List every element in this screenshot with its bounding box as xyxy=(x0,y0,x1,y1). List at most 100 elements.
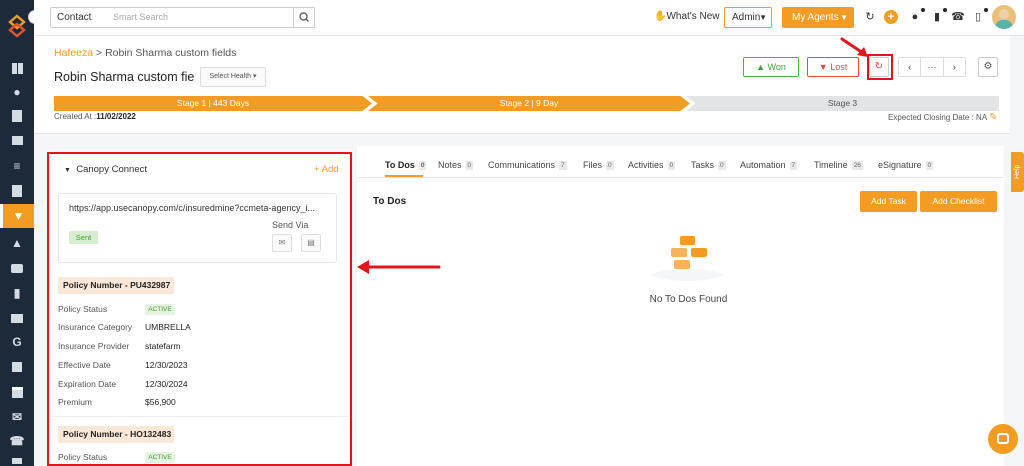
page-title: Robin Sharma custom fie xyxy=(54,70,195,84)
breadcrumb-current: Robin Sharma custom fields xyxy=(105,47,237,59)
tab-timeline[interactable]: Timeline 26 xyxy=(814,160,863,170)
stage-progress: Stage 1 | 443 Days Stage 2 | 9 Day Stage… xyxy=(54,96,999,111)
dialer-icon[interactable]: ☎ xyxy=(8,432,26,450)
policy-field-value: statefarm xyxy=(145,341,181,351)
policy-field-value: $56,900 xyxy=(145,397,176,407)
chat-icon[interactable] xyxy=(8,259,26,277)
chevron-down-icon: ▼ xyxy=(759,13,767,22)
policy-field-label: Premium xyxy=(58,397,93,407)
policy-status-label: Policy Status xyxy=(58,304,108,314)
notification-bell-icon[interactable]: ● xyxy=(908,8,925,24)
admin-select[interactable]: Admin ▼ xyxy=(724,7,772,28)
send-sms-button[interactable]: ▤ xyxy=(301,234,321,252)
pipeline-filter-icon[interactable]: ▼ xyxy=(0,204,34,228)
contacts-icon[interactable]: ● xyxy=(8,83,26,101)
user-avatar[interactable] xyxy=(992,5,1016,29)
policy-status-label: Policy Status xyxy=(58,452,108,462)
tab-files[interactable]: Files 0 xyxy=(583,160,614,170)
previous-chevron-icon[interactable]: ‹ xyxy=(899,58,922,76)
help-tab[interactable]: Help xyxy=(1011,152,1024,192)
edit-pencil-icon[interactable]: ✎ xyxy=(989,112,997,123)
sync-icon[interactable]: ↻ xyxy=(863,10,877,24)
quick-add-plus-icon[interactable]: + xyxy=(884,10,898,24)
refresh-button[interactable]: ↻ xyxy=(869,57,889,77)
list-icon[interactable]: ≡ xyxy=(8,157,26,175)
todos-title: To Dos xyxy=(373,196,407,207)
accounts-icon[interactable] xyxy=(8,131,26,149)
tab-label: Files xyxy=(583,160,603,170)
tab-label: Timeline xyxy=(814,160,848,170)
mobile-icon[interactable]: ▯ xyxy=(971,8,988,24)
grid-icon[interactable] xyxy=(8,358,26,376)
tab-notes[interactable]: Notes 0 xyxy=(438,160,474,170)
search-icon xyxy=(299,12,309,22)
tab-label: Activities xyxy=(628,160,664,170)
device-icon[interactable]: ▮ xyxy=(930,8,947,24)
calendar-icon[interactable] xyxy=(8,383,26,401)
stage-3[interactable]: Stage 3 xyxy=(686,96,999,111)
whats-new-link[interactable]: ✋What's New xyxy=(654,11,720,22)
folder-icon[interactable] xyxy=(8,309,26,327)
dashboard-icon[interactable] xyxy=(8,59,26,77)
won-button[interactable]: ▲ Won xyxy=(743,57,799,77)
stage-1[interactable]: Stage 1 | 443 Days xyxy=(54,96,372,111)
record-nav-group: ‹ ··· › xyxy=(898,57,966,77)
my-agents-label: My Agents xyxy=(792,12,839,23)
policy-field-label: Insurance Category xyxy=(58,322,133,332)
policy-field-label: Expiration Date xyxy=(58,379,117,389)
reports-icon[interactable]: ▮ xyxy=(8,284,26,302)
logo-icon[interactable] xyxy=(7,14,27,38)
lost-button[interactable]: ▼ Lost xyxy=(807,57,859,77)
policy-field-label: Effective Date xyxy=(58,360,111,370)
id-card-icon[interactable] xyxy=(8,182,26,200)
chat-bubble-icon xyxy=(997,433,1009,444)
sidebar: ● ≡ ▼ ▲ ▮ G ✉ ☎ xyxy=(0,0,34,466)
documents-icon[interactable] xyxy=(8,107,26,125)
more-icon[interactable] xyxy=(8,452,26,466)
canopy-add-button[interactable]: + Add xyxy=(314,164,339,175)
tab-esignature[interactable]: eSignature 0 xyxy=(878,160,934,170)
send-via-label: Send Via xyxy=(272,220,309,230)
stage-2[interactable]: Stage 2 | 9 Day xyxy=(368,96,690,111)
megaphone-icon[interactable]: ▲ xyxy=(8,234,26,252)
policy-field-value: 12/30/2023 xyxy=(145,360,188,370)
sent-badge: Sent xyxy=(69,231,98,244)
add-task-button[interactable]: Add Task xyxy=(860,191,917,212)
select-health-dropdown[interactable]: Select Health ▾ xyxy=(200,67,266,87)
policy-field-label: Insurance Provider xyxy=(58,341,130,351)
app-root: ● ≡ ▼ ▲ ▮ G ✉ ☎ › Contact ▼ Smart Search… xyxy=(0,0,1024,466)
next-chevron-icon[interactable]: › xyxy=(944,58,965,76)
search-button[interactable] xyxy=(293,7,315,28)
tab-automation[interactable]: Automation 7 xyxy=(740,160,798,170)
message-icon: ▤ xyxy=(307,238,315,247)
smart-search-input[interactable]: Smart Search xyxy=(107,7,295,28)
google-icon[interactable]: G xyxy=(8,333,26,351)
envelope-icon: ✉ xyxy=(278,238,286,247)
phone-icon[interactable]: ☎ xyxy=(951,10,965,24)
breadcrumb-link[interactable]: Hafeeza xyxy=(54,47,93,59)
thumbs-down-icon: ▼ xyxy=(818,62,828,72)
my-agents-button[interactable]: My Agents ▼ xyxy=(782,7,854,28)
add-checklist-button[interactable]: Add Checklist xyxy=(920,191,997,212)
more-options-button[interactable]: ··· xyxy=(921,58,944,76)
tab-tasks[interactable]: Tasks 0 xyxy=(691,160,726,170)
tab-communications[interactable]: Communications 7 xyxy=(488,160,567,170)
mail-icon[interactable]: ✉ xyxy=(8,408,26,426)
chat-launcher-button[interactable] xyxy=(988,424,1018,454)
canopy-connect-title: Canopy Connect xyxy=(76,164,147,175)
tab-activities[interactable]: Activities 0 xyxy=(628,160,676,170)
activity-panel: To Dos 0 Notes 0 Communications 7 Files 0 Ac… xyxy=(357,146,1004,466)
canopy-connect-header[interactable]: ▼ Canopy Connect xyxy=(64,164,147,175)
tab-count: 26 xyxy=(851,161,863,170)
send-email-button[interactable]: ✉ xyxy=(272,234,292,252)
lost-label: Lost xyxy=(830,62,848,72)
activity-tabs: To Dos 0 Notes 0 Communications 7 Files 0 Ac… xyxy=(357,146,1004,178)
settings-gear-icon[interactable]: ⚙ xyxy=(978,57,998,77)
created-at-label: Created At : xyxy=(54,112,97,121)
canopy-link-url[interactable]: https://app.usecanopy.com/c/insuredmine?… xyxy=(69,203,315,213)
breadcrumb-separator: > xyxy=(93,47,106,59)
policy-field-value: UMBRELLA xyxy=(145,322,191,332)
select-health-label: Select Health xyxy=(209,73,252,80)
tab-to-dos[interactable]: To Dos 0 xyxy=(385,160,427,170)
tab-count: 0 xyxy=(606,161,614,170)
